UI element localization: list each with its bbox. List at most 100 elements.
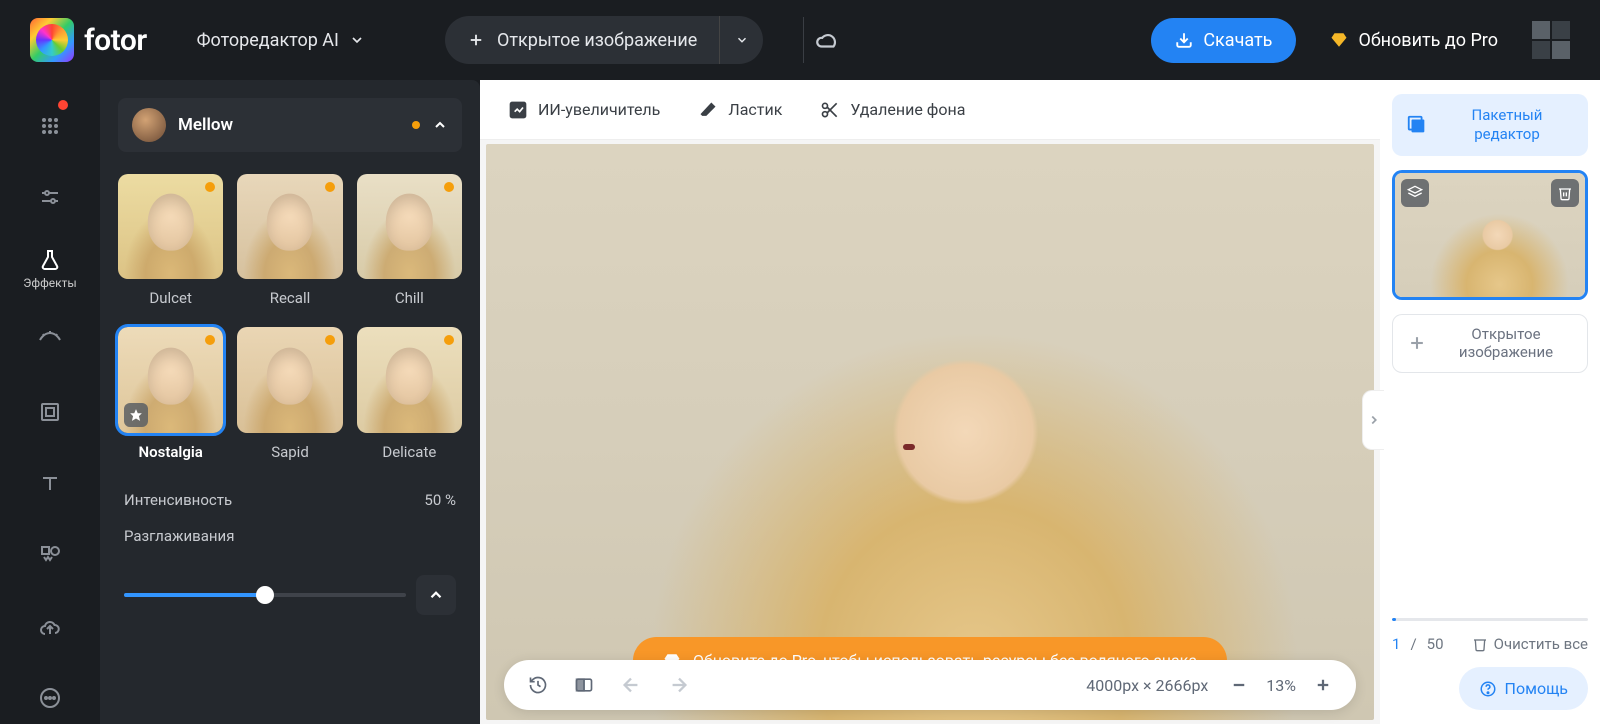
ai-upscaler-label: ИИ-увеличитель bbox=[538, 100, 660, 119]
plus-icon bbox=[467, 31, 485, 49]
diamond-icon bbox=[1330, 31, 1348, 49]
effect-sapid[interactable]: Sapid bbox=[237, 327, 342, 460]
user-avatar[interactable] bbox=[1532, 21, 1570, 59]
plus-icon bbox=[1314, 676, 1332, 694]
effect-dulcet[interactable]: Dulcet bbox=[118, 174, 223, 307]
brand[interactable]: fotor bbox=[30, 18, 147, 62]
page-current: 1 bbox=[1392, 635, 1400, 653]
effect-label: Dulcet bbox=[118, 289, 223, 307]
effect-label: Nostalgia bbox=[118, 443, 223, 461]
layer-thumbnail[interactable] bbox=[1392, 170, 1588, 300]
canvas-image[interactable] bbox=[486, 144, 1374, 720]
rail-elements[interactable] bbox=[24, 529, 76, 581]
download-button[interactable]: Скачать bbox=[1151, 18, 1296, 63]
cloud-upload-icon bbox=[38, 615, 62, 639]
open-image-dropdown[interactable] bbox=[719, 16, 763, 64]
chevron-down-icon bbox=[349, 32, 365, 48]
effect-delicate[interactable]: Delicate bbox=[357, 327, 462, 460]
tool-rail: Эффекты bbox=[0, 80, 100, 724]
open-image-group: Открытое изображение bbox=[445, 16, 763, 64]
star-icon bbox=[129, 408, 143, 422]
page-separator: / bbox=[1410, 635, 1416, 653]
trash-icon bbox=[1557, 185, 1573, 201]
delete-layer-button[interactable] bbox=[1551, 179, 1579, 207]
plus-icon bbox=[1407, 333, 1427, 353]
scissors-icon bbox=[820, 100, 840, 120]
zoom-out-button[interactable] bbox=[1226, 672, 1252, 698]
trash-icon bbox=[1472, 636, 1488, 652]
help-button[interactable]: Помощь bbox=[1459, 667, 1588, 710]
redo-button[interactable] bbox=[664, 670, 694, 700]
category-title: Mellow bbox=[178, 115, 400, 135]
pro-dot-icon bbox=[325, 182, 335, 192]
rail-text[interactable] bbox=[24, 458, 76, 510]
rail-effects[interactable]: Эффекты bbox=[24, 243, 76, 295]
clear-all-label: Очистить все bbox=[1494, 635, 1588, 653]
compare-button[interactable] bbox=[570, 671, 598, 699]
rail-more[interactable] bbox=[24, 673, 76, 724]
pro-dot-icon bbox=[412, 121, 420, 129]
batch-label: Пакетный редактор bbox=[1440, 106, 1574, 144]
intensity-value: 50 % bbox=[424, 491, 456, 509]
rail-apps[interactable] bbox=[24, 100, 76, 152]
smoothing-slider[interactable] bbox=[124, 593, 406, 597]
canvas-dimensions: 4000px × 2666px bbox=[1086, 676, 1208, 695]
more-icon bbox=[38, 686, 62, 710]
mode-dropdown[interactable]: Фоторедактор AI bbox=[197, 30, 365, 51]
smoothing-label: Разглаживания bbox=[124, 527, 234, 545]
notification-dot-icon bbox=[58, 100, 68, 110]
layers-icon bbox=[1407, 185, 1423, 201]
bg-remove-button[interactable]: Удаление фона bbox=[820, 100, 965, 120]
text-icon bbox=[38, 472, 62, 496]
category-thumb-icon bbox=[132, 108, 166, 142]
upgrade-label: Обновить до Pro bbox=[1358, 30, 1498, 51]
sliders-icon bbox=[38, 185, 62, 209]
right-rail: Пакетный редактор Открытое изображение 1… bbox=[1380, 80, 1600, 724]
grid-icon bbox=[38, 114, 62, 138]
rail-adjust[interactable] bbox=[24, 172, 76, 224]
scroll-up-button[interactable] bbox=[416, 575, 456, 615]
pro-dot-icon bbox=[325, 335, 335, 345]
effect-nostalgia[interactable]: Nostalgia bbox=[118, 327, 223, 460]
rail-beauty[interactable] bbox=[24, 315, 76, 367]
rail-effects-label: Эффекты bbox=[23, 276, 76, 290]
effect-chill[interactable]: Chill bbox=[357, 174, 462, 307]
rail-upload[interactable] bbox=[24, 601, 76, 653]
undo-button[interactable] bbox=[616, 670, 646, 700]
usage-progress bbox=[1392, 618, 1588, 621]
help-icon bbox=[1479, 680, 1497, 698]
effects-category-header[interactable]: Mellow bbox=[118, 98, 462, 152]
canvas-area: ИИ-увеличитель Ластик Удаление фона Обно… bbox=[480, 80, 1380, 724]
clear-all-button[interactable]: Очистить все bbox=[1472, 635, 1588, 653]
rail-frames[interactable] bbox=[24, 386, 76, 438]
effect-label: Chill bbox=[357, 289, 462, 307]
effect-label: Sapid bbox=[237, 443, 342, 461]
batch-editor-button[interactable]: Пакетный редактор bbox=[1392, 94, 1588, 156]
eraser-button[interactable]: Ластик bbox=[698, 100, 782, 120]
layers-button[interactable] bbox=[1401, 179, 1429, 207]
slider-handle[interactable] bbox=[256, 586, 274, 604]
zoom-value: 13% bbox=[1266, 676, 1296, 695]
effect-controls: Интенсивность 50 % Разглаживания bbox=[118, 491, 462, 615]
minus-icon bbox=[1230, 676, 1248, 694]
chevron-up-icon bbox=[432, 117, 448, 133]
upgrade-button[interactable]: Обновить до Pro bbox=[1316, 20, 1512, 61]
effect-recall[interactable]: Recall bbox=[237, 174, 342, 307]
collapse-category[interactable] bbox=[432, 117, 448, 133]
zoom-in-button[interactable] bbox=[1310, 672, 1336, 698]
ai-upscaler-button[interactable]: ИИ-увеличитель bbox=[508, 100, 660, 120]
open-image-card[interactable]: Открытое изображение bbox=[1392, 314, 1588, 374]
shapes-icon bbox=[38, 543, 62, 567]
effects-grid: Dulcet Recall Chill Nostalgia Sapid bbox=[118, 174, 462, 461]
eraser-label: Ластик bbox=[728, 100, 782, 119]
favorite-button[interactable] bbox=[124, 403, 148, 427]
expand-right-rail[interactable] bbox=[1362, 390, 1384, 450]
mode-label: Фоторедактор AI bbox=[197, 30, 339, 51]
cloud-button[interactable] bbox=[803, 17, 850, 63]
open-image-button[interactable]: Открытое изображение bbox=[445, 30, 719, 51]
history-button[interactable] bbox=[524, 671, 552, 699]
effect-label: Recall bbox=[237, 289, 342, 307]
frame-icon bbox=[38, 400, 62, 424]
canvas-footer: 4000px × 2666px 13% bbox=[504, 660, 1356, 710]
download-icon bbox=[1175, 31, 1193, 49]
